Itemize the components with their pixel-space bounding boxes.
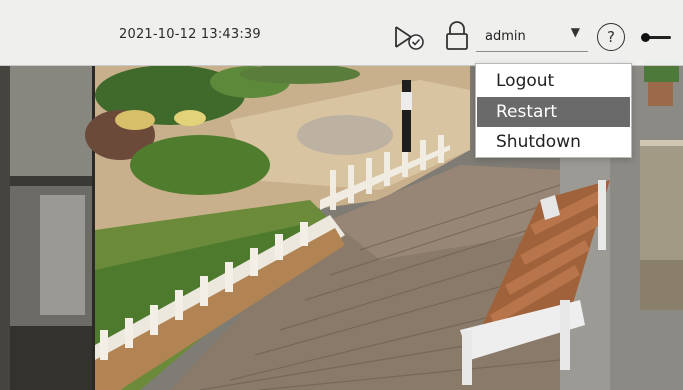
menu-item-logout[interactable]: Logout — [477, 66, 630, 96]
playback-check-icon[interactable] — [393, 24, 427, 52]
caret-down-icon: ▼ — [570, 25, 580, 39]
lock-icon[interactable] — [444, 20, 470, 52]
menu-item-restart[interactable]: Restart — [477, 97, 630, 127]
datetime-display: 2021-10-12 13:43:39 — [119, 27, 261, 42]
top-bar: 2021-10-12 13:43:39 admin ▼ ? — [0, 0, 683, 66]
help-icon-label: ? — [607, 28, 615, 46]
user-dropdown-menu: Logout Restart Shutdown — [475, 63, 632, 158]
menu-item-shutdown[interactable]: Shutdown — [477, 127, 630, 157]
user-select[interactable]: admin ▼ — [476, 22, 588, 52]
toggle-knob — [641, 33, 650, 42]
help-icon[interactable]: ? — [597, 23, 625, 51]
toggle-switch-icon[interactable] — [641, 33, 671, 42]
toggle-track — [647, 36, 671, 39]
user-select-value: admin — [485, 29, 526, 44]
